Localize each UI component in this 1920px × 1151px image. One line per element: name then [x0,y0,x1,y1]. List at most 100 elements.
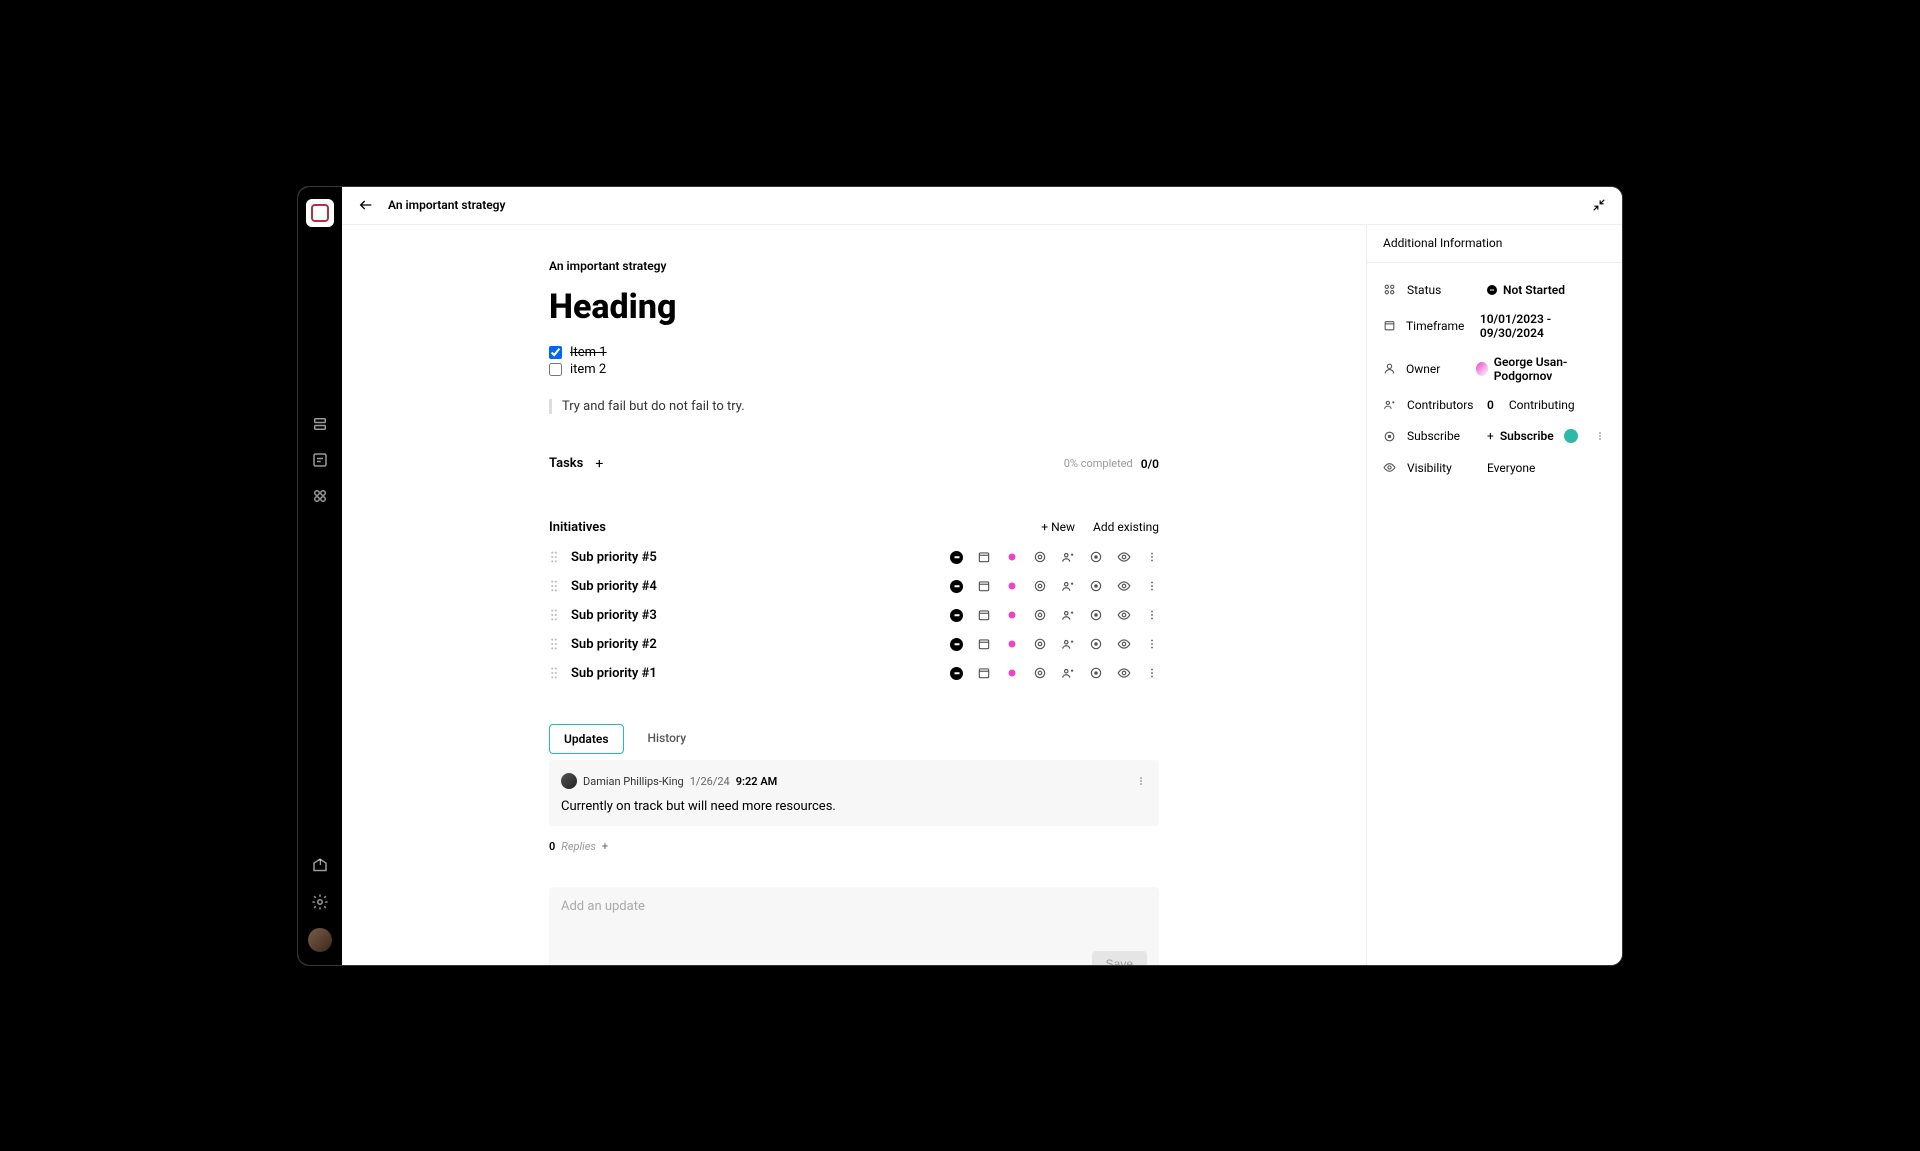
contributors-icon[interactable] [1061,579,1075,593]
app-logo[interactable] [306,199,334,227]
nav-docs-icon[interactable] [306,446,334,474]
target-icon[interactable] [1033,550,1047,564]
calendar-icon[interactable] [977,608,991,622]
reply-label: Replies [561,840,596,853]
page-title: An important strategy [388,198,505,212]
timeframe-value[interactable]: 10/01/2023 - 09/30/2024 [1480,312,1606,340]
owner-icon[interactable] [1005,666,1019,680]
visibility-icon[interactable] [1117,579,1131,593]
initiative-row[interactable]: Sub priority #3 [549,601,1159,630]
sync-icon[interactable] [1089,550,1103,564]
drag-handle-icon[interactable] [549,666,559,680]
subscribe-field-icon [1383,430,1397,443]
info-subscribe: Subscribe Subscribe [1383,427,1606,446]
app-frame: 1 An important strategy An important str… [297,186,1623,966]
content-main: An important strategy Heading Item 1 ite… [342,225,1366,965]
owner-icon[interactable] [1005,550,1019,564]
owner-icon[interactable] [1005,608,1019,622]
contributors-value[interactable]: 0 Contributing [1487,398,1575,412]
add-existing-button[interactable]: Add existing [1093,520,1159,534]
calendar-icon[interactable] [977,579,991,593]
status-icon[interactable] [950,609,963,622]
initiative-name: Sub priority #2 [571,637,657,652]
panel-header: Additional Information [1367,225,1622,263]
drag-handle-icon[interactable] [549,579,559,593]
more-icon[interactable] [1145,666,1159,680]
more-icon[interactable] [1145,608,1159,622]
initiative-name: Sub priority #5 [571,550,657,565]
checklist-label: item 2 [570,362,606,377]
checkbox-item-1[interactable] [549,346,562,359]
initiative-row[interactable]: Sub priority #4 [549,572,1159,601]
calendar-icon[interactable] [977,550,991,564]
more-icon[interactable] [1145,637,1159,651]
status-icon[interactable] [950,667,963,680]
sync-icon[interactable] [1089,579,1103,593]
checklist-item: item 2 [549,362,1159,377]
target-icon[interactable] [1033,608,1047,622]
initiative-name: Sub priority #4 [571,579,657,594]
info-owner: Owner George Usan-Podgornov [1383,355,1606,383]
update-input[interactable] [561,899,1147,951]
initiative-row[interactable]: Sub priority #1 [549,659,1159,688]
status-icon[interactable] [950,580,963,593]
add-task-button[interactable]: + [595,456,603,472]
notifications-icon[interactable]: 1 [306,852,334,880]
initiative-row[interactable]: Sub priority #2 [549,630,1159,659]
target-icon[interactable] [1033,637,1047,651]
update-date: 1/26/24 [690,775,730,788]
tab-updates[interactable]: Updates [549,724,624,754]
tasks-completed-text: 0% completed [1064,457,1133,470]
info-panel: Additional Information Status Not Starte… [1366,225,1622,965]
visibility-icon[interactable] [1117,550,1131,564]
more-icon[interactable] [1145,550,1159,564]
timeframe-label: Timeframe [1406,319,1470,333]
save-button[interactable]: Save [1092,951,1147,965]
tab-history[interactable]: History [634,724,701,754]
status-icon[interactable] [950,551,963,564]
collapse-button[interactable] [1592,198,1606,212]
user-avatar[interactable] [308,928,332,952]
owner-icon[interactable] [1005,579,1019,593]
add-reply-button[interactable]: + [602,840,608,853]
target-icon[interactable] [1033,666,1047,680]
nav-layers-icon[interactable] [306,410,334,438]
contributors-icon[interactable] [1061,637,1075,651]
target-icon[interactable] [1033,579,1047,593]
sync-icon[interactable] [1089,608,1103,622]
contributors-icon[interactable] [1061,608,1075,622]
drag-handle-icon[interactable] [549,608,559,622]
checkbox-item-2[interactable] [549,363,562,376]
contributors-icon[interactable] [1061,550,1075,564]
contributors-icon[interactable] [1061,666,1075,680]
info-contributors: Contributors 0 Contributing [1383,398,1606,412]
visibility-icon[interactable] [1117,666,1131,680]
quote-block: Try and fail but do not fail to try. [549,399,1159,414]
status-value[interactable]: Not Started [1487,283,1565,297]
status-icon[interactable] [950,638,963,651]
initiatives-list: Sub priority #5 [549,543,1159,688]
visibility-icon[interactable] [1117,637,1131,651]
initiative-row[interactable]: Sub priority #5 [549,543,1159,572]
sync-icon[interactable] [1089,666,1103,680]
new-initiative-button[interactable]: New [1041,520,1075,534]
subscribe-more-icon[interactable] [1594,427,1606,446]
back-button[interactable] [358,197,374,213]
calendar-icon[interactable] [977,637,991,651]
sync-icon[interactable] [1089,637,1103,651]
owner-value[interactable]: George Usan-Podgornov [1476,355,1606,383]
drag-handle-icon[interactable] [549,637,559,651]
calendar-icon[interactable] [977,666,991,680]
settings-icon[interactable] [306,888,334,916]
visibility-value[interactable]: Everyone [1487,461,1535,475]
visibility-icon[interactable] [1117,608,1131,622]
nav-grid-icon[interactable] [306,482,334,510]
drag-handle-icon[interactable] [549,550,559,564]
checklist-label: Item 1 [570,345,607,360]
update-menu-icon[interactable] [1135,772,1147,791]
subscribe-button[interactable]: Subscribe [1487,429,1554,443]
replies-row: 0 Replies + [549,840,1159,853]
owner-icon[interactable] [1005,637,1019,651]
breadcrumb: An important strategy [549,259,1159,273]
more-icon[interactable] [1145,579,1159,593]
